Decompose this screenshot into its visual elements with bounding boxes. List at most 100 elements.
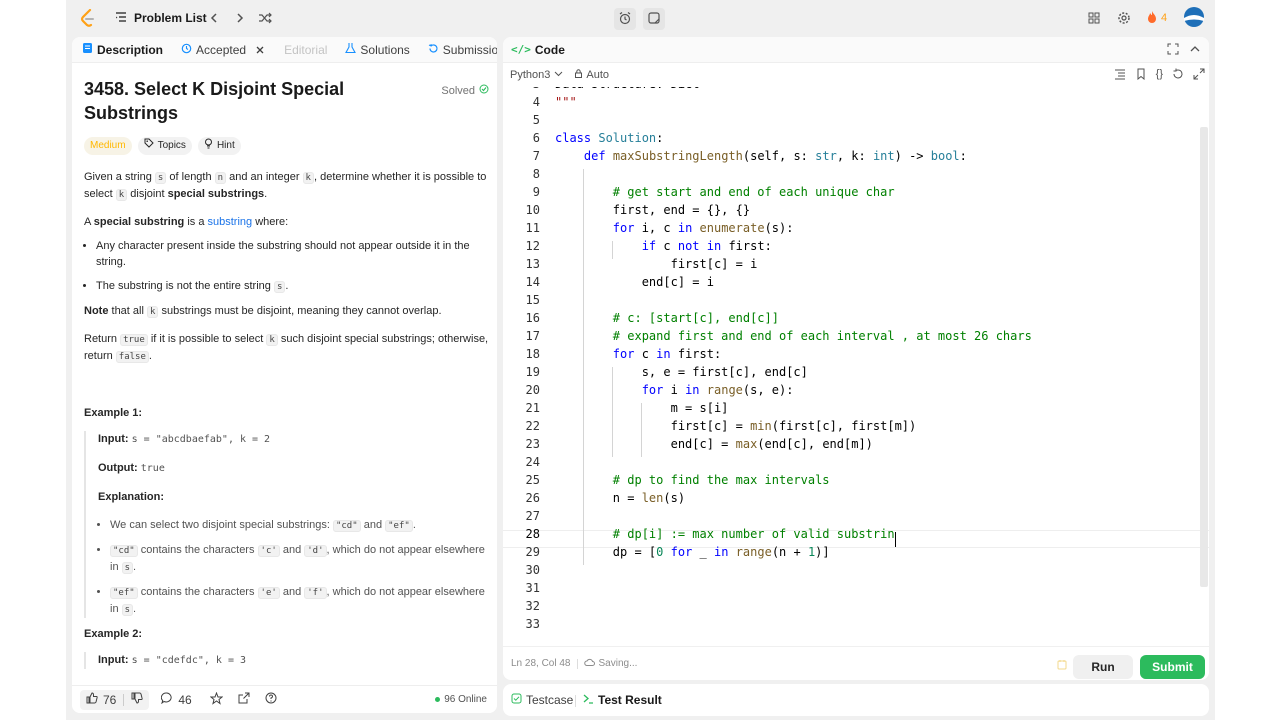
- timer-button[interactable]: [614, 8, 636, 30]
- inline-code: true: [120, 334, 148, 346]
- run-button[interactable]: Run: [1073, 655, 1133, 679]
- like-button[interactable]: 76: [80, 689, 150, 710]
- code-line: first, end = {}, {}: [555, 203, 751, 217]
- close-icon[interactable]: [256, 43, 264, 57]
- list-item: We can select two disjoint special subst…: [110, 517, 489, 534]
- tab-editorial-label: Editorial: [284, 42, 328, 57]
- text: disjoint: [127, 188, 168, 200]
- line-number: 17: [525, 329, 540, 343]
- tab-submissions[interactable]: Submissions: [428, 43, 497, 57]
- list-item: The substring is not the entire string s…: [96, 278, 489, 295]
- text: and: [360, 519, 386, 531]
- help-icon[interactable]: [265, 692, 277, 707]
- inline-code: 'e': [257, 587, 280, 599]
- inline-code: s: [154, 172, 167, 184]
- line-number: 5: [532, 113, 540, 127]
- thumbs-down-icon[interactable]: [131, 692, 144, 707]
- language-select[interactable]: Python3: [510, 69, 563, 81]
- maximize-icon[interactable]: [1167, 43, 1179, 58]
- conditions-list: Any character present inside the substri…: [84, 238, 489, 295]
- tab-description[interactable]: Description: [82, 42, 163, 57]
- star-icon[interactable]: [209, 691, 224, 708]
- list-icon: [114, 10, 128, 27]
- code-panel: </> Code Python3 Auto {} 4 """ 5 6 class…: [503, 37, 1209, 680]
- line-number: 19: [525, 365, 540, 379]
- text: We can select two disjoint special subst…: [110, 519, 333, 531]
- explanation-label: Explanation:: [98, 491, 165, 503]
- problem-description: 3458. Select K Disjoint Special Substrin…: [84, 77, 489, 669]
- line-number: 30: [525, 563, 540, 577]
- autosave-icon[interactable]: [1057, 659, 1067, 673]
- chevron-left-icon: [209, 12, 219, 27]
- topics-chip[interactable]: Topics: [137, 137, 192, 155]
- braces-icon[interactable]: {}: [1156, 68, 1163, 83]
- lock-icon: [575, 69, 583, 81]
- substring-link[interactable]: substring: [208, 216, 253, 228]
- label: Input:: [98, 654, 129, 666]
- code-icon: </>: [511, 43, 531, 56]
- reset-icon[interactable]: [1172, 68, 1184, 83]
- tab-testcase[interactable]: Testcase: [511, 693, 573, 707]
- hint-chip[interactable]: Hint: [197, 137, 241, 155]
- code-editor[interactable]: 3 Data structure: Dict 4 """ 5 6 class Solutio…: [503, 87, 1209, 647]
- problem-list-button[interactable]: Problem List: [114, 8, 207, 28]
- tab-test-result[interactable]: Test Result: [583, 693, 662, 707]
- random-problem-button[interactable]: [254, 8, 276, 30]
- bookmark-icon[interactable]: [1135, 68, 1147, 83]
- tab-accepted[interactable]: Accepted: [181, 43, 264, 57]
- tab-editorial[interactable]: Editorial: [284, 43, 327, 57]
- line-number: 26: [525, 491, 540, 505]
- comments-count: 46: [178, 692, 192, 707]
- leetcode-logo[interactable]: [80, 8, 96, 28]
- line-number: 14: [525, 275, 540, 289]
- editor-scrollbar[interactable]: [1200, 127, 1208, 587]
- return-paragraph: Return true if it is possible to select …: [84, 331, 489, 365]
- code-line: end[c] = i: [555, 275, 714, 289]
- auto-mode[interactable]: Auto: [575, 69, 609, 81]
- code-line: end[c] = max(end[c], end[m]): [555, 437, 873, 451]
- streak-counter[interactable]: 4: [1146, 8, 1167, 28]
- notes-button[interactable]: [643, 8, 665, 30]
- lightbulb-icon: [204, 138, 213, 155]
- layout-button[interactable]: [1083, 8, 1105, 30]
- comments-button[interactable]: 46: [161, 692, 192, 707]
- line-number: 3: [503, 87, 540, 91]
- value: s = "abcdbaefab", k = 2: [131, 434, 271, 445]
- user-avatar[interactable]: [1183, 7, 1205, 27]
- text: contains the characters: [137, 544, 258, 556]
- format-icon[interactable]: [1114, 68, 1126, 83]
- example-1-title: Example 1:: [84, 407, 143, 419]
- document-icon: [82, 42, 93, 57]
- history-icon: [181, 43, 192, 57]
- line-number: 27: [525, 509, 540, 523]
- tab-solutions[interactable]: Solutions: [345, 42, 410, 57]
- chevron-down-icon: [554, 69, 563, 81]
- line-number: 18: [525, 347, 540, 361]
- chevron-up-icon[interactable]: [1189, 43, 1201, 58]
- note-icon: [647, 11, 661, 28]
- inline-code: k: [115, 189, 128, 201]
- share-icon[interactable]: [238, 692, 250, 707]
- text: is a: [184, 216, 208, 228]
- editor-actions: {}: [1114, 68, 1205, 83]
- comment-icon: [161, 692, 173, 707]
- previous-problem-button[interactable]: [203, 8, 225, 30]
- settings-button[interactable]: [1113, 8, 1135, 30]
- fullscreen-icon[interactable]: [1193, 68, 1205, 83]
- code-line: for i, c in enumerate(s):: [612, 221, 794, 235]
- text: Return: [84, 333, 121, 345]
- tab-divider: [575, 695, 576, 707]
- terminal-icon: [583, 693, 594, 707]
- text: if it is possible to select: [147, 333, 267, 345]
- line-number: 32: [525, 599, 540, 613]
- next-problem-button[interactable]: [229, 8, 251, 30]
- code-line: m = s[i]: [555, 401, 729, 415]
- list-item: "ef" contains the characters 'e' and 'f'…: [110, 584, 489, 618]
- tab-code[interactable]: </> Code: [511, 43, 565, 57]
- submit-button[interactable]: Submit: [1140, 655, 1205, 679]
- bold-text: Note: [84, 305, 109, 317]
- editor-status-bar: Ln 28, Col 48 Saving... Run Submit: [503, 646, 1209, 680]
- line-number: 8: [532, 167, 540, 181]
- code-line: Data structure: Dict: [555, 87, 700, 91]
- text: A: [84, 216, 94, 228]
